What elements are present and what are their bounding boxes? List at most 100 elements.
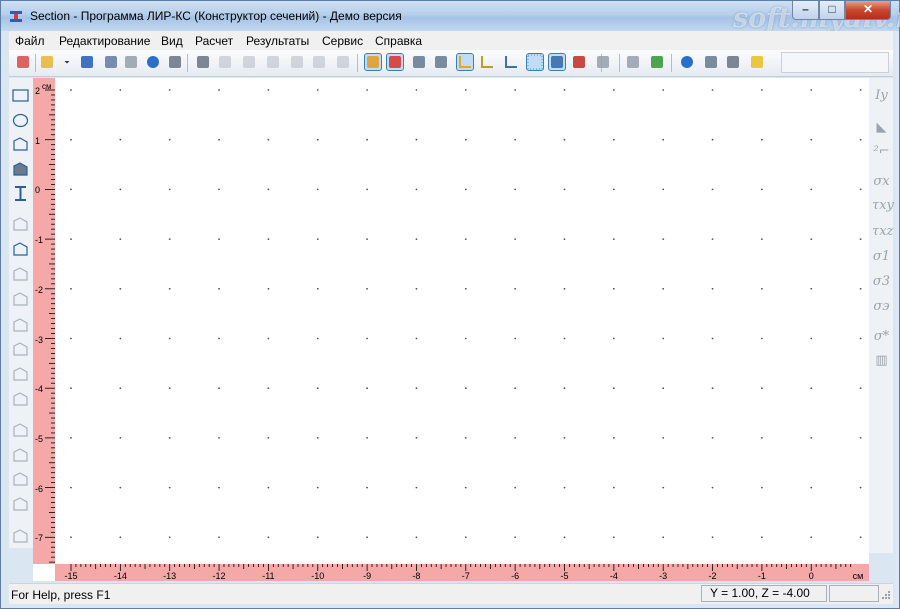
help-icon[interactable] (679, 54, 695, 70)
rectangle-tool-icon[interactable] (12, 88, 29, 103)
grid-dot (859, 287, 862, 290)
open-folder-icon[interactable] (39, 54, 55, 70)
question-icon[interactable] (749, 54, 765, 70)
grid-dot (267, 437, 270, 439)
grid-dot (563, 437, 566, 439)
pin-tool-icon[interactable] (12, 162, 29, 177)
points-icon[interactable] (12, 318, 29, 333)
info-icon[interactable] (145, 54, 161, 70)
undo-icon[interactable] (217, 54, 233, 70)
grid-dot (316, 238, 319, 241)
select-area-icon[interactable] (12, 342, 29, 357)
grid-dot (267, 138, 270, 141)
section-props-icon[interactable]: ◣ (872, 120, 891, 136)
grid-dot (662, 437, 665, 439)
subtract-icon[interactable] (12, 497, 29, 512)
axes-arrows-icon[interactable] (503, 54, 519, 70)
title-bar[interactable]: Section - Программа ЛИР-КС (Конструктор … (1, 1, 900, 34)
grid-dot (415, 486, 418, 489)
grid-dot (514, 337, 517, 340)
maximize-button[interactable]: □ (819, 1, 845, 20)
color-fill-icon[interactable] (386, 53, 404, 71)
union-icon[interactable] (12, 472, 29, 487)
select-pointer-icon[interactable] (548, 53, 566, 71)
context-help-icon[interactable] (703, 54, 719, 70)
menu-help[interactable]: Справка (375, 34, 422, 48)
menu-file[interactable]: Файл (15, 34, 45, 48)
ellipse-tool-icon[interactable] (12, 113, 29, 128)
grid-icon[interactable] (526, 53, 544, 71)
print-preview-icon[interactable] (195, 54, 211, 70)
section-fill-icon[interactable] (364, 53, 382, 71)
grid-dot (218, 89, 220, 91)
grid-dot (218, 238, 220, 241)
inertia-icon[interactable]: Iy (872, 88, 891, 104)
horizontal-ruler-label: -3 (659, 571, 668, 581)
tau-xz-icon[interactable]: τxz (872, 224, 893, 240)
layer-icon[interactable] (595, 54, 611, 70)
menu-view[interactable]: Вид (161, 34, 183, 48)
axes-origin-icon[interactable] (12, 242, 29, 257)
sigma-1-icon[interactable]: σ1 (872, 249, 891, 265)
diagram-icon[interactable]: ▥ (872, 353, 891, 369)
flip-icon[interactable] (649, 54, 665, 70)
grid-dot (168, 387, 171, 390)
zoom-fit-icon[interactable] (433, 54, 449, 70)
menu-results[interactable]: Результаты (246, 34, 309, 48)
resize-grip-icon[interactable] (881, 590, 891, 600)
delete-icon[interactable] (335, 54, 351, 70)
menu-edit[interactable]: Редактирование (59, 34, 150, 48)
horizontal-ruler-label: -9 (363, 571, 372, 581)
save-icon[interactable] (79, 54, 95, 70)
binoculars-icon[interactable] (625, 54, 641, 70)
line-tool-icon[interactable] (12, 367, 29, 382)
i-beam-tool-icon[interactable] (12, 186, 29, 201)
angle-profile-icon[interactable] (12, 217, 29, 232)
about-icon[interactable] (725, 54, 741, 70)
new-document-icon[interactable] (15, 54, 31, 70)
grid-dot (514, 287, 517, 290)
dropdown-arrow-icon[interactable] (63, 54, 71, 70)
copy-shape-icon[interactable] (12, 423, 29, 438)
grid-dot (168, 238, 171, 241)
grid-dot (612, 188, 615, 191)
menu-service[interactable]: Сервис (322, 34, 363, 48)
menu-calc[interactable]: Расчет (195, 34, 233, 48)
axes-box-icon[interactable] (456, 53, 474, 71)
print-icon[interactable] (167, 54, 183, 70)
sigma-eq-icon[interactable]: σэ (872, 299, 891, 315)
paste-icon[interactable] (311, 54, 327, 70)
app-window: Section - Программа ЛИР-КС (Конструктор … (0, 0, 900, 609)
grid-dot (711, 89, 714, 91)
grid-dot (662, 287, 665, 290)
grid-dot (464, 238, 467, 241)
grid-dots (70, 89, 862, 539)
rotate-icon[interactable] (12, 292, 29, 307)
mirror-icon[interactable] (12, 267, 29, 282)
grid-dot (267, 287, 270, 290)
grid-dot (70, 89, 72, 91)
section-stats-icon[interactable]: ²⌐ (872, 144, 891, 160)
redo-icon[interactable] (241, 54, 257, 70)
sigma-3-icon[interactable]: σ3 (872, 274, 891, 290)
sigma-x-icon[interactable]: σx (872, 174, 891, 190)
zoom-icon[interactable] (411, 54, 427, 70)
copy-icon[interactable] (289, 54, 305, 70)
tau-xy-icon[interactable]: τxy (872, 198, 894, 214)
array-icon[interactable] (12, 448, 29, 463)
import-icon[interactable] (123, 54, 139, 70)
close-button[interactable]: ✕ (845, 1, 891, 20)
polygon-tool-icon[interactable] (12, 137, 29, 152)
vertical-ruler-label: -6 (35, 483, 44, 494)
group-icon[interactable] (12, 529, 29, 544)
move-tool-icon[interactable] (571, 54, 587, 70)
cut-icon[interactable] (265, 54, 281, 70)
minimize-button[interactable]: – (792, 1, 819, 20)
dimension-icon[interactable] (12, 392, 29, 407)
sigma-result-icon[interactable]: σ* (872, 329, 891, 345)
drawing-canvas[interactable] (55, 78, 869, 564)
save-as-icon[interactable] (103, 54, 119, 70)
axes-icon[interactable] (479, 54, 495, 70)
grid-dot (218, 337, 220, 340)
app-icon[interactable] (9, 9, 23, 23)
